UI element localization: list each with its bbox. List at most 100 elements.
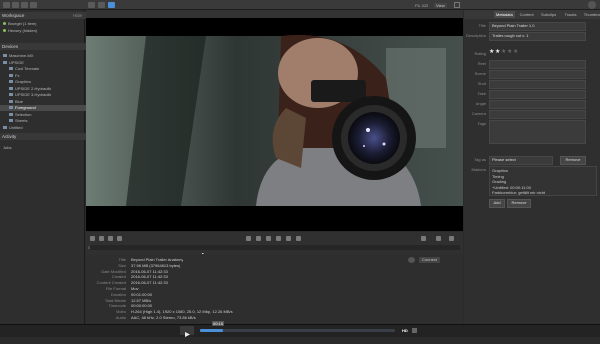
field-input[interactable] bbox=[489, 110, 586, 119]
device-item[interactable]: Foreground bbox=[0, 105, 94, 111]
field-input[interactable] bbox=[489, 120, 586, 144]
device-item[interactable]: UPSIDE 3-Hydraulik bbox=[0, 92, 94, 98]
device-item[interactable]: UPSIDE 2-Hydraulik bbox=[0, 86, 94, 92]
field-label: Title bbox=[478, 23, 486, 28]
fullscreen-toggle-icon[interactable] bbox=[412, 328, 417, 333]
viewer-icon[interactable] bbox=[108, 2, 115, 8]
folder-icon bbox=[9, 106, 13, 110]
list-view-icon[interactable] bbox=[98, 2, 105, 8]
field-input[interactable]: Beyond Plain Trailer 1.0 bbox=[489, 22, 586, 31]
jobs-item[interactable]: Jobs bbox=[0, 145, 88, 151]
folder-icon bbox=[9, 99, 13, 103]
field-input[interactable] bbox=[489, 70, 586, 79]
grid-view-icon[interactable] bbox=[88, 2, 95, 8]
remove-marker-button[interactable]: Remove bbox=[507, 199, 531, 208]
tag-label: Tag as bbox=[474, 157, 486, 162]
field-input[interactable]: Trailer-rough cut v. 1 bbox=[489, 32, 586, 41]
workspace-item[interactable]: Bruegel (1 item) bbox=[0, 21, 88, 27]
video-frame[interactable] bbox=[86, 18, 463, 231]
view-dropdown[interactable]: View bbox=[434, 3, 447, 8]
field-input[interactable] bbox=[489, 80, 586, 89]
field-input[interactable] bbox=[489, 100, 586, 109]
scrub-timeline[interactable] bbox=[90, 245, 460, 258]
workspace-hide-link[interactable]: Hide bbox=[73, 12, 82, 19]
markers-list[interactable]: Graphics Timing Grading +Untitled: 00:00:11… bbox=[489, 166, 597, 196]
remove-tag-button[interactable]: Remove bbox=[560, 156, 586, 165]
marker-item[interactable]: Farbkorrektur: gefällt mir nicht bbox=[492, 190, 545, 195]
tab-subclips[interactable]: Subclips bbox=[539, 11, 558, 18]
workspace-item[interactable]: Hecsey (hidden) bbox=[0, 28, 88, 34]
meta-value: AAC, 48 kHz, 2.0 Stereo, 73.86 kB/s bbox=[131, 315, 196, 320]
field-input[interactable] bbox=[489, 90, 586, 99]
device-item[interactable]: Graphics bbox=[0, 79, 94, 85]
field-input[interactable] bbox=[489, 60, 586, 69]
play-icon[interactable] bbox=[266, 236, 271, 241]
field-label: Description bbox=[465, 33, 486, 38]
star-icon[interactable]: ★ bbox=[495, 49, 500, 56]
star-icon[interactable]: ★ bbox=[507, 49, 512, 56]
fast-forward-icon[interactable] bbox=[286, 236, 291, 241]
tab-thumbnail[interactable]: Thumbnail bbox=[582, 11, 600, 18]
trim-tool-icon[interactable] bbox=[99, 236, 104, 241]
last-frame-icon[interactable] bbox=[296, 236, 301, 241]
meta-key: Size bbox=[118, 262, 126, 268]
workspace-item-label: Hecsey (hidden) bbox=[8, 28, 38, 33]
device-item-label: Selection bbox=[15, 111, 32, 117]
device-item-label: UPSIDE 2-Hydraulik bbox=[15, 85, 52, 91]
left-panel: Workspace Hide Bruegel (1 item) Hecsey (h… bbox=[0, 10, 94, 324]
device-item[interactable]: Blue bbox=[0, 99, 94, 105]
clock-icon[interactable] bbox=[588, 1, 596, 9]
marker-item[interactable]: Timing bbox=[492, 174, 504, 179]
marker-item[interactable]: +Untitled: 00:00:11:00 bbox=[492, 185, 531, 190]
meta-key: Audio bbox=[115, 315, 126, 320]
marker-item[interactable]: Graphics bbox=[492, 168, 508, 173]
loop-icon[interactable] bbox=[449, 236, 454, 241]
stop-icon[interactable] bbox=[276, 236, 281, 241]
meta-key: Video bbox=[115, 309, 126, 315]
tab-content[interactable]: Content bbox=[518, 11, 536, 18]
markers-label: Markers bbox=[471, 167, 486, 172]
device-item[interactable]: Cool Tecmain bbox=[0, 66, 94, 72]
progress-bar[interactable] bbox=[200, 329, 395, 332]
blade-tool-icon[interactable] bbox=[108, 236, 113, 241]
meta-value: 37.96 MB (37964613 bytes) bbox=[131, 262, 181, 268]
play-button[interactable] bbox=[180, 326, 194, 337]
device-item[interactable]: Fx bbox=[0, 73, 94, 79]
star-icon[interactable]: ★ bbox=[501, 49, 506, 56]
settings-icon[interactable] bbox=[408, 257, 415, 263]
gear-icon[interactable] bbox=[21, 2, 28, 8]
workspace-item-label: Bruegel (1 item) bbox=[8, 21, 37, 26]
fullscreen-icon[interactable] bbox=[454, 2, 460, 8]
meta-key: Created bbox=[111, 274, 126, 280]
connect-button[interactable]: Connect bbox=[419, 257, 440, 263]
pointer-tool-icon[interactable] bbox=[90, 236, 95, 241]
star-icon[interactable]: ★ bbox=[513, 49, 518, 56]
star-icon[interactable]: ★ bbox=[489, 49, 494, 56]
marker-item[interactable]: Grading bbox=[492, 179, 506, 184]
audio-meter-icon[interactable] bbox=[436, 236, 441, 241]
meta-value: 2016-06-07 11:42:33 bbox=[131, 268, 168, 274]
marker-tool-icon[interactable] bbox=[117, 236, 122, 241]
folder-icon bbox=[9, 86, 13, 90]
device-item[interactable]: Maschine-MX bbox=[0, 53, 88, 59]
jobs-label: Jobs bbox=[3, 145, 12, 150]
tab-metadata[interactable]: Metadata bbox=[494, 11, 515, 18]
tag-select[interactable]: Please select bbox=[489, 156, 553, 165]
volume-icon[interactable] bbox=[421, 236, 426, 241]
tab-tracks[interactable]: Tracks bbox=[563, 11, 579, 18]
rating-stars[interactable]: ★ ★ ★ ★ ★ bbox=[489, 49, 549, 57]
first-frame-icon[interactable] bbox=[246, 236, 251, 241]
field-label: Scene bbox=[474, 71, 486, 76]
device-item[interactable]: Untitled bbox=[0, 125, 88, 131]
player-bar: 00:15 HD bbox=[0, 321, 600, 337]
back-icon[interactable] bbox=[12, 2, 19, 8]
device-item[interactable]: Selection bbox=[0, 112, 94, 118]
menu-icon[interactable] bbox=[3, 2, 10, 8]
rewind-icon[interactable] bbox=[256, 236, 261, 241]
device-item[interactable]: UPSIDE bbox=[0, 60, 88, 66]
add-marker-button[interactable]: Add bbox=[489, 199, 505, 208]
hd-badge[interactable]: HD bbox=[402, 328, 408, 333]
field-label: Angle bbox=[475, 101, 486, 106]
device-item[interactable]: Sheets bbox=[0, 118, 94, 124]
share-icon[interactable] bbox=[30, 2, 37, 8]
